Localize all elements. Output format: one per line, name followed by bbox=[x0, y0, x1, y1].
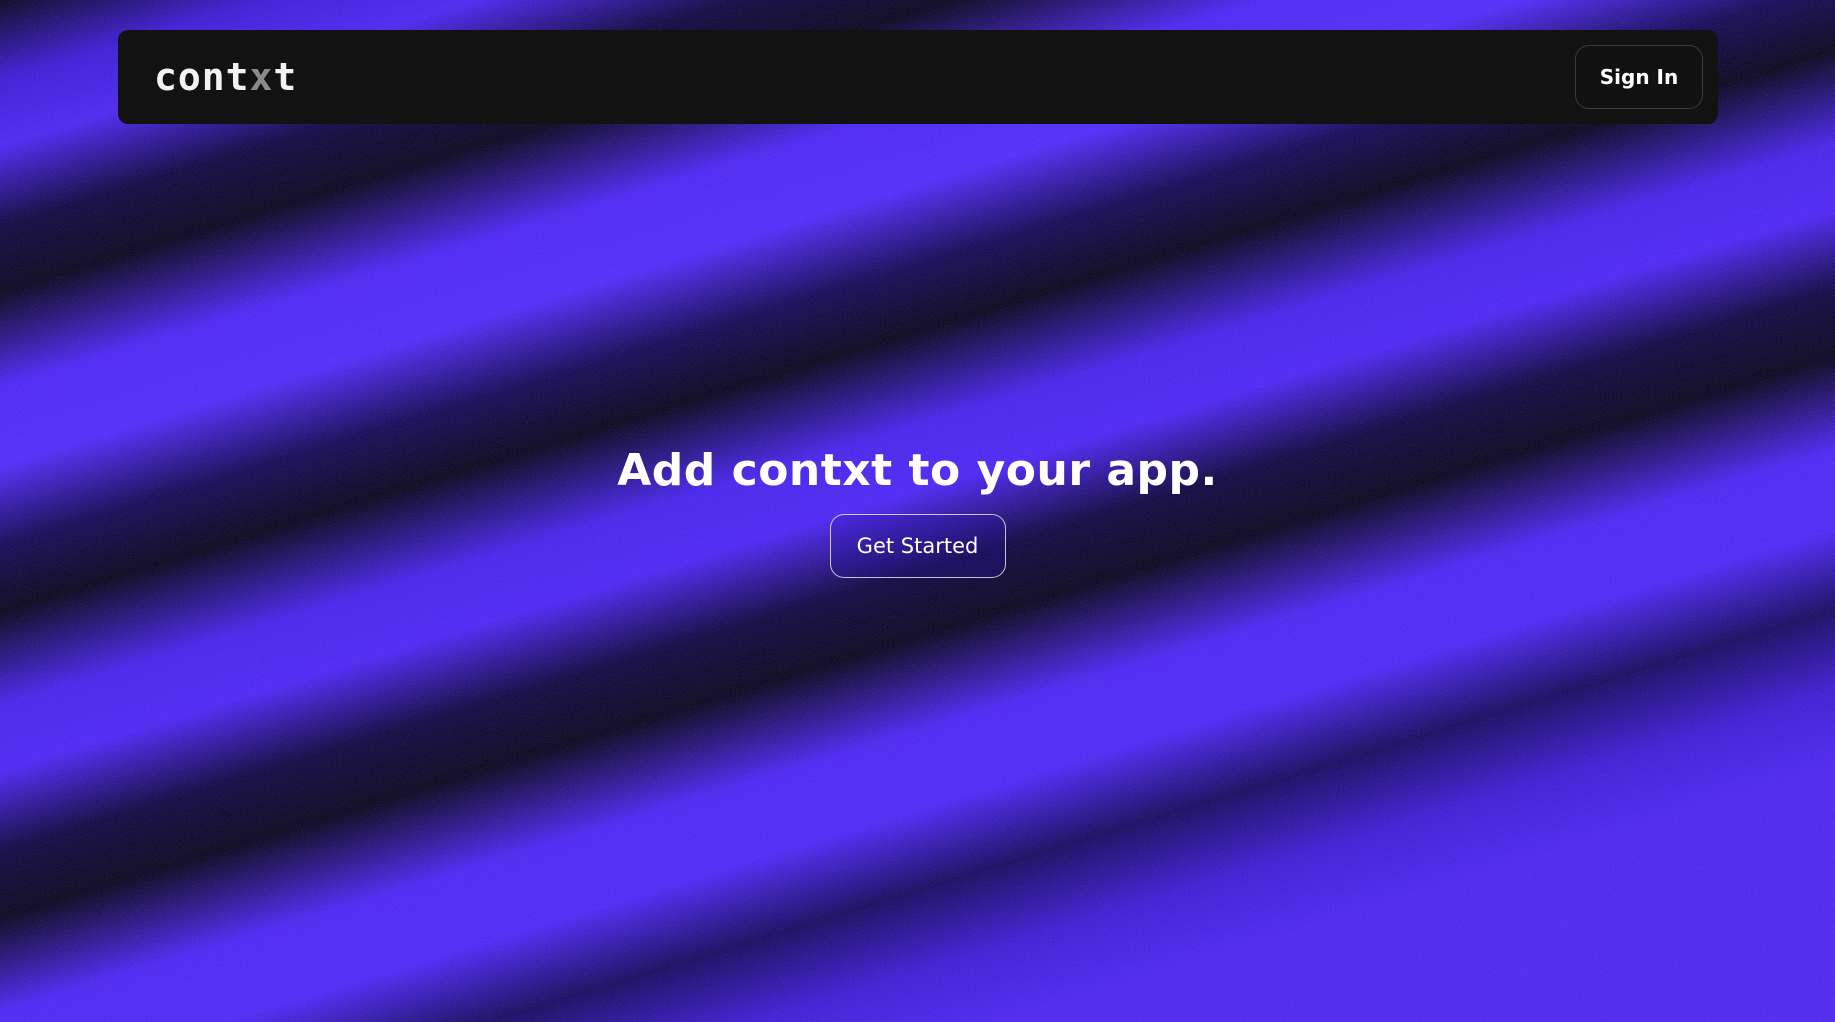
contxt-logo[interactable]: cont x t bbox=[154, 58, 297, 96]
hero-section: Add contxt to your app. Get Started bbox=[0, 440, 1835, 578]
get-started-button[interactable]: Get Started bbox=[829, 514, 1006, 578]
logo-text-part1: cont bbox=[154, 55, 250, 99]
logo-text-part3: t bbox=[273, 55, 298, 99]
top-navbar: cont x t Sign In bbox=[118, 30, 1718, 124]
sign-in-button[interactable]: Sign In bbox=[1575, 45, 1703, 109]
logo-text-x: x bbox=[249, 55, 274, 99]
hero-headline: Add contxt to your app. bbox=[617, 445, 1218, 496]
